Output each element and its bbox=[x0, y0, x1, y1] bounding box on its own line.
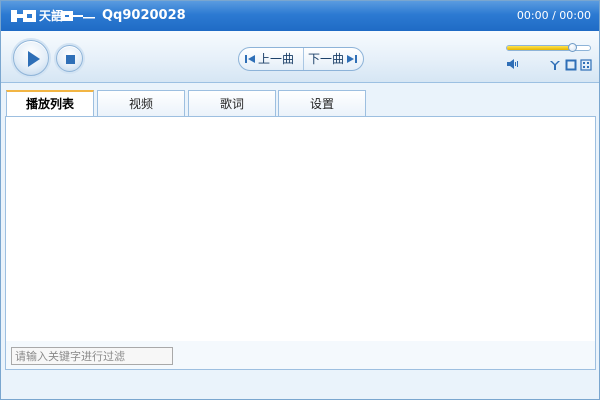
previous-track-button[interactable]: 上一曲 bbox=[245, 48, 303, 70]
stop-icon bbox=[66, 55, 75, 64]
filter-input[interactable] bbox=[11, 347, 173, 365]
tab-video[interactable]: 视频 bbox=[97, 90, 185, 117]
volume-fill bbox=[507, 46, 573, 50]
skin-icon[interactable] bbox=[549, 59, 561, 71]
next-track-label: 下一曲 bbox=[308, 52, 345, 66]
tab-lyrics[interactable]: 歌词 bbox=[188, 90, 276, 117]
next-track-button[interactable]: 下一曲 bbox=[303, 48, 361, 70]
window-icon[interactable] bbox=[565, 59, 577, 71]
volume-slider[interactable] bbox=[506, 43, 591, 52]
stop-button[interactable] bbox=[56, 45, 83, 72]
playlist-panel[interactable] bbox=[5, 116, 596, 342]
tab-bar: 播放列表 视频 歌词 设置 bbox=[6, 90, 596, 118]
play-button[interactable] bbox=[13, 40, 49, 76]
play-icon bbox=[28, 51, 40, 67]
title-bar: 天語 Qq9020028 00:00 / 00:00 bbox=[1, 1, 599, 31]
logo: 天語 bbox=[11, 8, 101, 24]
logo-text: 天語 bbox=[39, 9, 64, 23]
tab-settings[interactable]: 设置 bbox=[278, 90, 366, 117]
song-title: Qq9020028 bbox=[102, 8, 186, 23]
track-navigation: 上一曲 下一曲 bbox=[238, 47, 364, 71]
time-display: 00:00 / 00:00 bbox=[516, 9, 591, 22]
tab-playlist[interactable]: 播放列表 bbox=[6, 90, 94, 118]
speaker-icon[interactable] bbox=[507, 58, 519, 70]
music-player-window: 天語 Qq9020028 00:00 / 00:00 上一曲 下一曲 播放列表 … bbox=[0, 0, 600, 400]
controls-bar: 上一曲 下一曲 bbox=[1, 31, 599, 83]
skip-back-icon bbox=[245, 55, 255, 63]
previous-track-label: 上一曲 bbox=[258, 52, 295, 66]
volume-knob[interactable] bbox=[568, 43, 577, 52]
skip-forward-icon bbox=[347, 55, 358, 63]
fullscreen-icon[interactable] bbox=[580, 59, 592, 71]
filter-bar bbox=[5, 341, 596, 370]
